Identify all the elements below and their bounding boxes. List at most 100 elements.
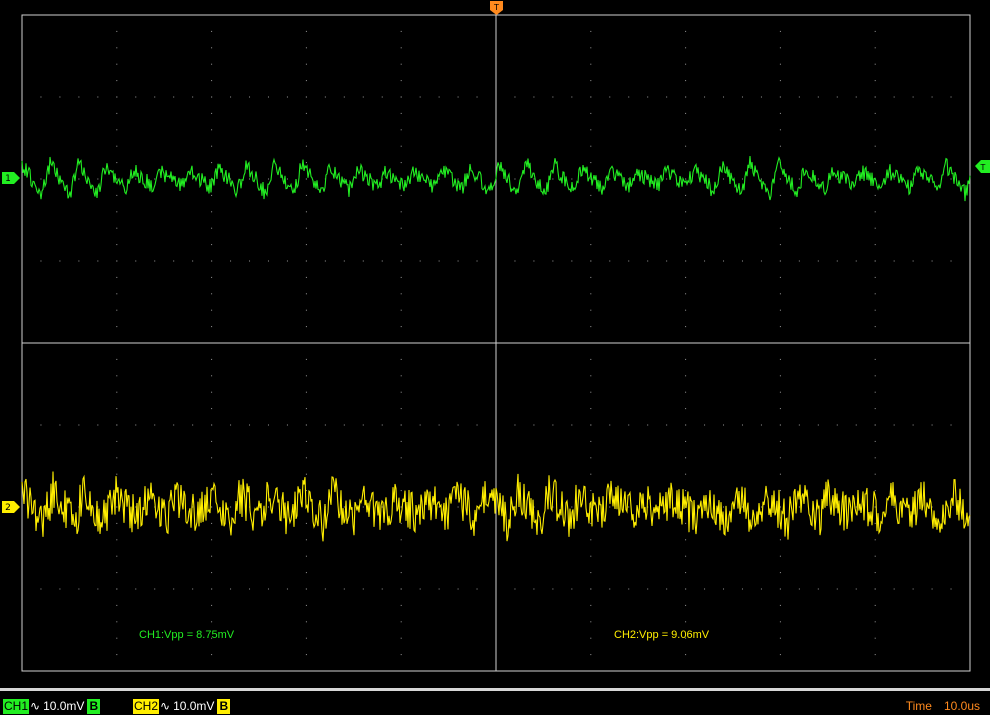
grid-dot xyxy=(685,408,687,410)
grid-dot xyxy=(400,358,402,360)
grid-dot xyxy=(817,424,819,426)
grid-dot xyxy=(305,47,307,49)
grid-dot xyxy=(400,424,402,426)
grid-dot xyxy=(97,260,99,262)
grid-dot xyxy=(116,309,118,311)
grid-dot xyxy=(685,80,687,82)
grid-dot xyxy=(400,604,402,606)
grid-dot xyxy=(173,424,175,426)
grid-dot xyxy=(779,326,781,328)
grid-dot xyxy=(116,506,118,508)
grid-dot xyxy=(324,424,326,426)
grid-dot xyxy=(400,621,402,623)
grid-dot xyxy=(116,424,118,426)
grid-dot xyxy=(779,588,781,590)
ch1-settings[interactable]: CH1 ∿ 10.0mV B xyxy=(3,699,101,714)
grid-dot xyxy=(173,96,175,98)
grid-dot xyxy=(305,227,307,229)
grid-dot xyxy=(590,473,592,475)
grid-dot xyxy=(438,96,440,98)
grid-dot xyxy=(779,604,781,606)
grid-dot xyxy=(305,293,307,295)
grid-dot xyxy=(874,96,876,98)
grid-dot xyxy=(230,424,232,426)
grid-dot xyxy=(40,424,42,426)
grid-dot xyxy=(400,112,402,114)
grid-dot xyxy=(685,440,687,442)
grid-dot xyxy=(267,260,269,262)
grid-dot xyxy=(40,178,42,180)
grid-dot xyxy=(685,522,687,524)
scope-display: T T 1 2 xyxy=(0,0,990,688)
grid-dot xyxy=(931,260,933,262)
grid-dot xyxy=(590,63,592,65)
grid-dot xyxy=(874,293,876,295)
grid-dot xyxy=(874,276,876,278)
grid-dot xyxy=(779,112,781,114)
grid-dot xyxy=(760,588,762,590)
grid-dot xyxy=(798,178,800,180)
timebase-settings[interactable]: Time 10.0us xyxy=(906,699,980,714)
grid-dot xyxy=(836,96,838,98)
ch1-offset-label: 1 xyxy=(5,174,11,184)
grid-dot xyxy=(779,145,781,147)
grid-dot xyxy=(419,260,421,262)
grid-dot xyxy=(685,539,687,541)
grid-dot xyxy=(609,588,611,590)
grid-dot xyxy=(874,47,876,49)
grid-dot xyxy=(798,506,800,508)
grid-dot xyxy=(514,260,516,262)
grid-dot xyxy=(305,375,307,377)
grid-dot xyxy=(628,260,630,262)
timebase-value: 10.0us xyxy=(943,699,980,713)
grid-dot xyxy=(135,96,137,98)
grid-dot xyxy=(97,424,99,426)
grid-dot xyxy=(685,47,687,49)
grid-dot xyxy=(817,178,819,180)
grid-dot xyxy=(154,260,156,262)
grid-dot xyxy=(381,588,383,590)
ch2-settings[interactable]: CH2 ∿ 10.0mV B xyxy=(133,699,231,714)
grid-dot xyxy=(400,522,402,524)
grid-dot xyxy=(685,244,687,246)
grid-dot xyxy=(192,424,194,426)
grid-dot xyxy=(173,260,175,262)
grid-dot xyxy=(400,309,402,311)
grid-dot xyxy=(760,96,762,98)
grid-dot xyxy=(609,178,611,180)
grid-dot xyxy=(855,424,857,426)
grid-dot xyxy=(533,96,535,98)
grid-dot xyxy=(779,473,781,475)
grid-dot xyxy=(893,424,895,426)
grid-dot xyxy=(950,424,952,426)
grid-dot xyxy=(590,194,592,196)
grid-dot xyxy=(685,112,687,114)
grid-dot xyxy=(590,112,592,114)
grid-dot xyxy=(438,178,440,180)
grid-dot xyxy=(457,424,459,426)
grid-dot xyxy=(590,260,592,262)
grid-dot xyxy=(59,424,61,426)
grid-dot xyxy=(590,30,592,32)
grid-dot xyxy=(211,391,213,393)
grid-dot xyxy=(249,178,251,180)
grid-dot xyxy=(305,408,307,410)
grid-dot xyxy=(666,178,668,180)
grid-dot xyxy=(249,96,251,98)
grid-dot xyxy=(874,358,876,360)
grid-dot xyxy=(211,276,213,278)
grid-dot xyxy=(931,588,933,590)
grid-dot xyxy=(912,96,914,98)
grid-dot xyxy=(192,588,194,590)
grid-dot xyxy=(590,227,592,229)
grid-dot xyxy=(912,424,914,426)
grid-dot xyxy=(116,457,118,459)
grid-dot xyxy=(400,408,402,410)
grid-dot xyxy=(609,424,611,426)
grid-dot xyxy=(135,260,137,262)
grid-dot xyxy=(855,588,857,590)
grid-dot xyxy=(135,178,137,180)
grid-dot xyxy=(779,227,781,229)
grid-dot xyxy=(533,424,535,426)
grid-dot xyxy=(211,604,213,606)
